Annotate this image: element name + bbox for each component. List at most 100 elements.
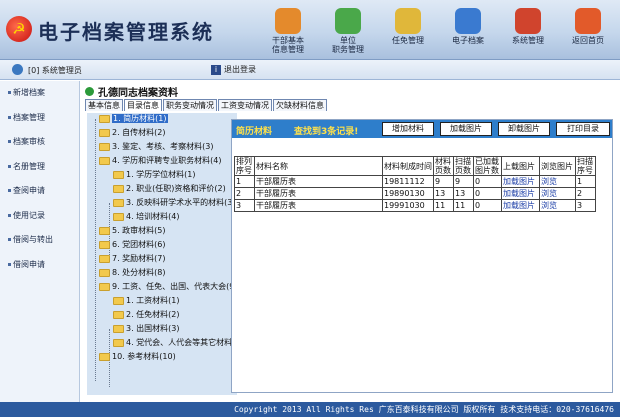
nav-system[interactable]: 系统管理 [498, 0, 558, 60]
folder-icon [99, 353, 110, 361]
tree-node[interactable]: 10. 参考材料(10) [99, 351, 176, 363]
tree-node-label: 4. 学历和评聘专业职务材料(4) [112, 156, 222, 165]
cell-loaded: 0 [473, 175, 502, 188]
sidebar-item-usage-log[interactable]: 使用记录 [0, 204, 79, 229]
materials-table: 排列 序号 材料名称 材料制成时间 材料 页数 扫描 页数 已加载 图片数 上载… [234, 156, 596, 212]
doc-tabs: 基本信息 目录信息 职务变动情况 工资变动情况 欠缺材料信息 [85, 99, 328, 111]
tree-node[interactable]: 4. 党代会、人代会等其它材料(4) [113, 337, 237, 349]
nav-label: 返回首页 [572, 36, 604, 45]
app-title: 电子档案管理系统 [38, 20, 214, 44]
cell-date: 19991030 [382, 199, 434, 212]
column-header: 材料 页数 [433, 156, 454, 176]
nav-appointment[interactable]: 任免管理 [378, 0, 438, 60]
tree-node[interactable]: 1. 简历材料(1) [99, 113, 168, 125]
folder-open-icon [99, 157, 110, 165]
browse-image-link[interactable]: 浏览 [541, 177, 557, 186]
tree-node-label: 2. 职业(任职)资格和评价(2) [126, 184, 226, 193]
folder-icon [99, 269, 110, 277]
nav-e-archive[interactable]: 电子档案 [438, 0, 498, 60]
sidebar-item-label: 名册管理 [13, 161, 45, 171]
cell-name: 干部履历表 [254, 199, 383, 212]
sidebar-item-archive-review[interactable]: 档案审核 [0, 130, 79, 155]
sidebar-item-archive-manage[interactable]: 档案管理 [0, 106, 79, 131]
cell-pages: 13 [433, 187, 454, 200]
home-icon [575, 8, 601, 34]
column-header: 浏览图片 [539, 156, 576, 176]
nav-home[interactable]: 返回首页 [558, 0, 618, 60]
tree-node[interactable]: 3. 鉴定、考核、考察材料(3) [99, 141, 214, 153]
bullet-icon [8, 164, 11, 168]
current-user: [0] 系统管理员 [28, 66, 82, 75]
cell-scanned: 11 [453, 199, 474, 212]
nav-unit-duty[interactable]: 单位 职务管理 [318, 0, 378, 60]
party-emblem-icon: ☭ [6, 16, 32, 42]
info-icon: i [211, 64, 221, 75]
folder-icon [113, 199, 124, 207]
logout-link[interactable]: i 退出登录 [211, 64, 256, 75]
sidebar-item-borrow-transfer[interactable]: 借阅与转出 [0, 228, 79, 253]
tab-basic-info[interactable]: 基本信息 [85, 99, 123, 111]
tree-node-label: 1. 学历学位材料(1) [126, 170, 196, 179]
cell-scanned: 9 [453, 175, 474, 188]
tree-node[interactable]: 2. 任免材料(2) [113, 309, 180, 321]
folder-icon [99, 129, 110, 137]
tree-node[interactable]: 1. 学历学位材料(1) [113, 169, 196, 181]
add-material-button[interactable]: 增加材料 [382, 122, 434, 136]
tree-node[interactable]: 3. 出国材料(3) [113, 323, 180, 335]
bullet-icon [8, 238, 11, 241]
bullet-icon [8, 140, 11, 143]
tree-node[interactable]: 7. 奖励材料(7) [99, 253, 166, 265]
tree-node[interactable]: 1. 工资材料(1) [113, 295, 180, 307]
tree-node[interactable]: 8. 处分材料(8) [99, 267, 166, 279]
folder-icon [99, 227, 110, 235]
tree-node-label: 1. 简历材料(1) [112, 114, 168, 123]
upload-image-link[interactable]: 加载图片 [503, 201, 535, 210]
table-row: 2 干部履历表 19890130 13 13 0 加载图片 浏览 2 [234, 187, 596, 200]
tree-node[interactable]: 3. 反映科研学术水平的材料(3) [113, 197, 236, 209]
tree-node-label: 1. 工资材料(1) [126, 296, 180, 305]
browse-image-link[interactable]: 浏览 [541, 201, 557, 210]
tree-node[interactable]: 5. 政审材料(5) [99, 225, 166, 237]
material-tree: 1. 简历材料(1) 2. 自传材料(2) 3. 鉴定、考核、考察材料(3) 4… [87, 113, 237, 395]
sidebar-item-new-archive[interactable]: 新增档案 [0, 81, 79, 106]
tree-node-label: 4. 党代会、人代会等其它材料(4) [126, 338, 237, 347]
nav-label: 单位 职务管理 [332, 36, 364, 54]
sidebar-item-borrow-request[interactable]: 借阅申请 [0, 253, 79, 278]
browse-image-link[interactable]: 浏览 [541, 189, 557, 198]
doc-title: 孔德同志档案资料 [98, 87, 178, 99]
cell-date: 19811112 [382, 175, 434, 188]
tree-node[interactable]: 9. 工资、任免、出国、代表大会(9) [99, 281, 237, 293]
tab-catalog-info[interactable]: 目录信息 [124, 99, 162, 111]
green-circle-icon [85, 86, 94, 96]
load-image-button[interactable]: 加载图片 [440, 122, 492, 136]
tree-node[interactable]: 2. 职业(任职)资格和评价(2) [113, 183, 226, 195]
tree-node-label: 3. 鉴定、考核、考察材料(3) [112, 142, 214, 151]
tree-node-label: 5. 政审材料(5) [112, 226, 166, 235]
tab-missing-materials[interactable]: 欠缺材料信息 [273, 99, 327, 111]
sidebar-item-roster[interactable]: 名册管理 [0, 155, 79, 180]
sidebar-item-label: 使用记录 [13, 210, 45, 220]
sidebar-item-access-request[interactable]: 查阅申请 [0, 179, 79, 204]
tree-node-label: 2. 任免材料(2) [126, 310, 180, 319]
tab-salary-changes[interactable]: 工资变动情况 [218, 99, 272, 111]
folder-icon [113, 171, 124, 179]
unload-image-button[interactable]: 卸载图片 [498, 122, 550, 136]
tree-node[interactable]: 6. 党团材料(6) [99, 239, 166, 251]
folder-open-icon [99, 283, 110, 291]
sidebar-item-label: 借阅与转出 [13, 235, 53, 244]
column-header: 排列 序号 [234, 156, 255, 176]
tree-node[interactable]: 4. 学历和评聘专业职务材料(4) [99, 155, 222, 167]
folder-icon [99, 241, 110, 249]
upload-image-link[interactable]: 加载图片 [503, 189, 535, 198]
print-catalog-button[interactable]: 打印目录 [556, 122, 610, 136]
cell-upload: 加载图片 [501, 175, 540, 188]
upload-image-link[interactable]: 加载图片 [503, 177, 535, 186]
tab-duty-changes[interactable]: 职务变动情况 [163, 99, 217, 111]
main-content: 孔德同志档案资料 基本信息 目录信息 职务变动情况 工资变动情况 欠缺材料信息 … [81, 81, 620, 402]
tree-node[interactable]: 4. 培训材料(4) [113, 211, 180, 223]
cell-seq: 2 [234, 187, 255, 200]
sidebar-item-label: 档案审核 [13, 137, 45, 146]
nav-cadre-info[interactable]: 干部基本 信息管理 [258, 0, 318, 60]
tree-node[interactable]: 2. 自传材料(2) [99, 127, 166, 139]
cell-loaded: 0 [473, 199, 502, 212]
